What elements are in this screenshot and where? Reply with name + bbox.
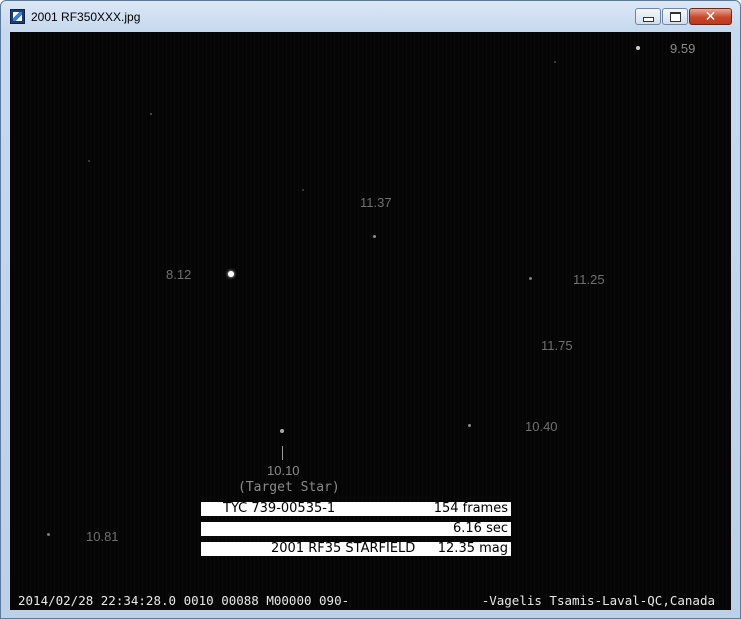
info-bar-catalog: TYC 739-00535-1 154 frames (201, 502, 511, 516)
frame-count: 154 frames (433, 501, 508, 516)
target-star-caption: (Target Star) (238, 480, 340, 495)
object-magnitude: 12.35 mag (437, 541, 508, 556)
star-1137 (373, 235, 376, 238)
star-1040 (468, 424, 471, 427)
magnitude-label: 10.40 (525, 419, 558, 434)
star-1010 (280, 429, 284, 433)
star-959 (636, 46, 640, 50)
faint-star (554, 61, 556, 63)
viewer-window: 2001 RF350XXX.jpg ✕ 9.59 11.37 8.12 11.2… (0, 0, 741, 619)
magnitude-label: 11.75 (541, 338, 573, 353)
minimize-icon (642, 17, 654, 22)
target-marker (282, 446, 283, 460)
info-bar-exposure: 6.16 sec (201, 522, 511, 536)
info-bar-object: 2001 RF35 STARFIELD 12.35 mag (201, 542, 511, 556)
catalog-id: TYC 739-00535-1 (223, 501, 336, 516)
title-bar[interactable]: 2001 RF350XXX.jpg ✕ (1, 1, 740, 31)
author-credit: -Vagelis Tsamis-Laval-QC,Canada (481, 593, 715, 608)
target-magnitude-label: 10.10 (267, 463, 300, 478)
magnitude-label: 9.59 (670, 41, 696, 56)
object-name: 2001 RF35 STARFIELD (271, 541, 416, 556)
maximize-button[interactable] (662, 8, 688, 25)
faint-star (150, 113, 152, 115)
window-title: 2001 RF350XXX.jpg (31, 10, 141, 24)
magnitude-label: 11.25 (573, 272, 605, 287)
image-viewer-icon (10, 9, 25, 24)
window-controls: ✕ (634, 8, 732, 28)
star-1125 (529, 277, 532, 280)
magnitude-label: 11.37 (360, 195, 392, 210)
close-button[interactable]: ✕ (689, 8, 732, 25)
timestamp-overlay: 2014/02/28 22:34:28.0 0010 00088 M00000 … (18, 593, 350, 608)
faint-star (88, 160, 90, 162)
faint-star (302, 189, 304, 191)
minimize-button[interactable] (635, 8, 661, 25)
star-1081 (47, 533, 50, 536)
exposure-time: 6.16 sec (453, 521, 508, 536)
starfield-image: 9.59 11.37 8.12 11.25 11.75 10.40 10.10 … (10, 32, 731, 610)
close-icon: ✕ (704, 8, 717, 25)
maximize-icon (669, 11, 681, 22)
magnitude-label: 8.12 (166, 267, 192, 282)
magnitude-label: 10.81 (86, 529, 119, 544)
star-812 (228, 271, 234, 277)
